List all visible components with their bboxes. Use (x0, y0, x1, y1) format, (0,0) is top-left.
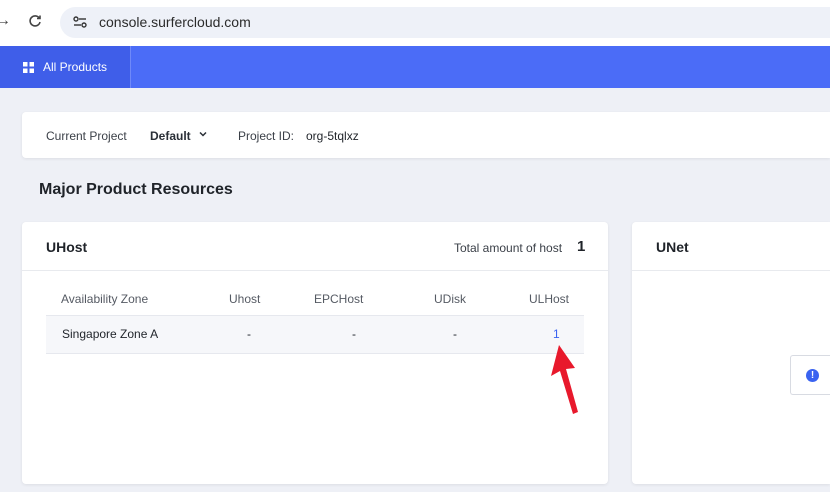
reload-icon[interactable] (24, 10, 46, 32)
forward-arrow-icon[interactable]: → (0, 10, 14, 32)
zone-cell: Singapore Zone A (62, 327, 159, 341)
column-header: UDisk (434, 292, 466, 306)
total-host-label: Total amount of host (454, 241, 563, 255)
ulhost-count-link[interactable]: 1 (553, 327, 560, 341)
uhost-card-title: UHost (46, 239, 88, 255)
project-selector[interactable]: Default (150, 129, 191, 143)
column-header: Availability Zone (61, 292, 149, 306)
project-id-label: Project ID: (238, 129, 295, 143)
pointer-arrow-icon (551, 345, 578, 414)
divider (632, 270, 830, 271)
unet-card: UNet ! (632, 222, 830, 484)
current-project-label: Current Project (46, 129, 127, 143)
address-bar[interactable]: console.surfercloud.com (60, 7, 830, 38)
column-header: ULHost (529, 292, 570, 306)
grid-icon (23, 62, 34, 73)
uhost-count-cell: - (247, 327, 251, 341)
column-header: Uhost (229, 292, 261, 306)
browser-toolbar: → console.surfercloud.com (0, 0, 830, 46)
chevron-down-icon[interactable] (198, 129, 208, 139)
column-header: EPCHost (314, 292, 364, 306)
site-settings-icon[interactable] (72, 15, 88, 29)
top-navigation: All Products (0, 46, 830, 88)
info-icon[interactable]: ! (806, 369, 819, 382)
epchost-count-cell: - (352, 327, 356, 341)
total-host-value: 1 (577, 238, 586, 255)
section-title: Major Product Resources (39, 181, 233, 198)
info-box: ! (790, 355, 830, 395)
all-products-label: All Products (43, 60, 108, 74)
all-products-button[interactable]: All Products (0, 46, 131, 88)
project-id-value: org-5tqlxz (306, 129, 359, 143)
url-text[interactable]: console.surfercloud.com (99, 14, 251, 30)
udisk-count-cell: - (453, 327, 457, 341)
divider (22, 270, 608, 271)
unet-card-title: UNet (656, 239, 689, 255)
project-bar: Current Project Default Project ID: org-… (22, 112, 830, 158)
uhost-card: UHost Total amount of host 1 Availabilit… (22, 222, 608, 484)
